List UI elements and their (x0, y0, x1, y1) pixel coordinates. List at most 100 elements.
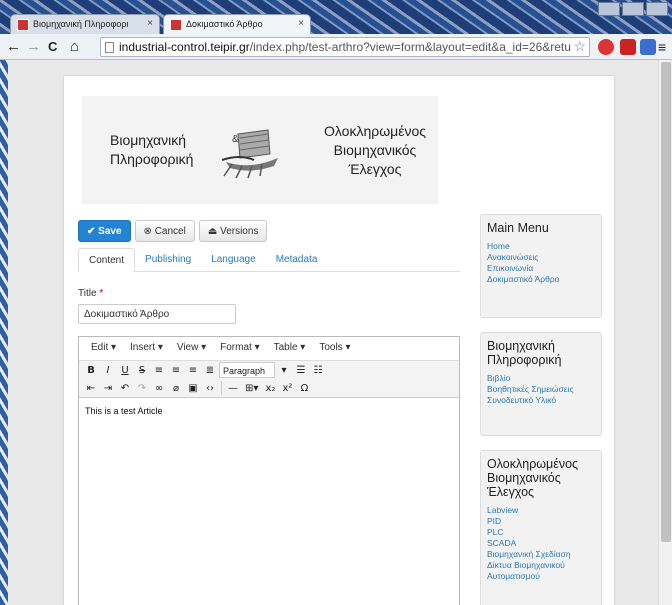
control-link[interactable]: Αυτοματισμού (487, 571, 595, 582)
browser-tab-1[interactable]: Βιομηχανική Πληροφορι × (10, 14, 160, 34)
info-link[interactable]: Συνοδευτικό Υλικό (487, 395, 595, 406)
logo-text: Ολοκληρωμένος (324, 122, 426, 139)
url-path: /index.php/test-arthro?view=form&layout=… (249, 40, 571, 54)
menu-table[interactable]: Table ▾ (268, 342, 312, 360)
back-icon[interactable]: ← (6, 38, 21, 56)
scrollbar[interactable] (658, 60, 672, 605)
module-title-line: Πληροφορική (487, 353, 562, 367)
control-link[interactable]: Βιομηχανική Σχεδίαση (487, 549, 595, 560)
undo-icon[interactable]: ↶ (117, 380, 133, 396)
scrollbar-thumb[interactable] (661, 62, 671, 542)
address-bar[interactable]: industrial-control.teipir.gr/index.php/t… (100, 37, 590, 57)
tab-title: Βιομηχανική Πληροφορι (33, 19, 129, 29)
editor-menubar: Edit ▾ Insert ▾ View ▾ Format ▾ Table ▾ … (79, 337, 459, 361)
image-icon[interactable]: ▣ (185, 380, 201, 396)
extension-icon[interactable] (640, 39, 656, 55)
outdent-icon[interactable]: ⇤ (83, 380, 99, 396)
paragraph-label: Paragraph (223, 366, 266, 376)
tab-metadata[interactable]: Metadata (266, 248, 328, 272)
extension-icon[interactable] (620, 39, 636, 55)
special-char-icon[interactable]: Ω (296, 380, 312, 396)
close-tab-icon[interactable]: × (298, 18, 304, 29)
versions-icon: ⏏ (207, 225, 218, 237)
redo-icon[interactable]: ↷ (134, 380, 150, 396)
menu-link-test-article[interactable]: Δοκιμαστικό Άρθρο (487, 274, 595, 285)
info-link[interactable]: Βοηθητικές Σημειώσεις (487, 384, 595, 395)
tab-language[interactable]: Language (201, 248, 266, 272)
control-link[interactable]: PID (487, 516, 595, 527)
bullet-list-icon[interactable]: ☰ (293, 362, 309, 378)
chevron-down-icon[interactable]: ▾ (276, 362, 292, 378)
close-window-button[interactable] (646, 2, 668, 16)
browser-menu-icon[interactable]: ≡ (658, 38, 666, 56)
strikethrough-icon[interactable]: S (134, 362, 150, 378)
link-icon[interactable]: ∞ (151, 380, 167, 396)
close-tab-icon[interactable]: × (147, 18, 153, 29)
title-input[interactable] (78, 304, 236, 324)
check-icon: ✔ (87, 225, 96, 237)
module-title-line: Έλεγχος (487, 485, 535, 499)
control-link[interactable]: PLC (487, 527, 595, 538)
home-icon[interactable]: ⌂ (70, 38, 79, 56)
italic-icon[interactable]: I (100, 362, 116, 378)
favicon-icon (17, 19, 29, 31)
align-justify-icon[interactable]: ≣ (202, 362, 218, 378)
horizontal-rule-icon[interactable]: — (225, 380, 241, 396)
control-link[interactable]: Δίκτυα Βιομηχανικού (487, 560, 595, 571)
forward-icon[interactable]: → (26, 38, 41, 56)
superscript-icon[interactable]: x² (279, 380, 295, 396)
ship-icon (221, 129, 278, 179)
page-background (0, 60, 8, 605)
align-left-icon[interactable]: ≡ (151, 362, 167, 378)
maximize-button[interactable] (622, 2, 644, 16)
indent-icon[interactable]: ⇥ (100, 380, 116, 396)
tab-publishing[interactable]: Publishing (135, 248, 201, 272)
menu-insert[interactable]: Insert ▾ (124, 342, 169, 360)
numbered-list-icon[interactable]: ☷ (310, 362, 326, 378)
underline-icon[interactable]: U (117, 362, 133, 378)
menu-link-announcements[interactable]: Ανακοινώσεις (487, 252, 595, 263)
align-right-icon[interactable]: ≡ (185, 362, 201, 378)
control-link[interactable]: SCADA (487, 538, 595, 549)
versions-button[interactable]: ⏏ Versions (198, 220, 268, 242)
action-toolbar: ✔ Save ⊗ Cancel ⏏ Versions (78, 220, 268, 242)
menu-link-contact[interactable]: Επικοινωνία (487, 263, 595, 274)
menu-link-home[interactable]: Home (487, 241, 595, 252)
unlink-icon[interactable]: ⌀ (168, 380, 184, 396)
table-icon[interactable]: ⊞▾ (242, 380, 261, 396)
menu-view[interactable]: View ▾ (171, 342, 212, 360)
url-host: industrial-control.teipir.gr (119, 40, 250, 54)
page-container: Βιομηχανική Πληροφορική & Ολοκληρωμένος … (64, 76, 614, 605)
page-viewport: Βιομηχανική Πληροφορική & Ολοκληρωμένος … (0, 60, 672, 605)
menu-edit[interactable]: Edit ▾ (85, 342, 122, 360)
info-link[interactable]: Βιβλίο (487, 373, 595, 384)
title-label: Title * (78, 288, 103, 299)
tab-title: Δοκιμαστικό Άρθρο (186, 19, 263, 29)
reload-icon[interactable]: C (48, 38, 57, 56)
site-logo[interactable]: Βιομηχανική Πληροφορική & Ολοκληρωμένος … (82, 96, 438, 204)
editor-content[interactable]: This is a test Article (79, 398, 459, 424)
title-label-text: Title (78, 288, 97, 299)
paragraph-select[interactable]: Paragraph (219, 362, 275, 378)
module-title: Main Menu (487, 221, 549, 235)
browser-tab-2[interactable]: Δοκιμαστικό Άρθρο × (163, 14, 311, 34)
browser-toolbar: ← → C ⌂ industrial-control.teipir.gr/ind… (0, 34, 672, 60)
bold-icon[interactable]: B (83, 362, 99, 378)
bookmark-star-icon[interactable]: ☆ (573, 38, 586, 55)
cancel-button[interactable]: ⊗ Cancel (134, 220, 195, 242)
window-controls (598, 2, 668, 16)
save-button[interactable]: ✔ Save (78, 220, 131, 242)
minimize-button[interactable] (598, 2, 620, 16)
module-title: Βιομηχανική Πληροφορική (487, 339, 595, 367)
code-icon[interactable]: ‹› (202, 380, 218, 396)
extension-icon[interactable] (598, 39, 614, 55)
subscript-icon[interactable]: x₂ (262, 380, 278, 396)
tab-content[interactable]: Content (78, 248, 136, 272)
menu-format[interactable]: Format ▾ (214, 342, 265, 360)
menu-tools[interactable]: Tools ▾ (313, 342, 356, 360)
align-center-icon[interactable]: ≡ (168, 362, 184, 378)
control-link[interactable]: Labview (487, 505, 595, 516)
module-title-line: Βιομηχανικός (487, 471, 561, 485)
info-module: Βιομηχανική Πληροφορική Βιβλίο Βοηθητικές… (480, 332, 602, 436)
toolbar-row: B I U S ≡ ≡ ≡ ≣ Paragraph ▾ ☰ ☷ (79, 361, 459, 379)
